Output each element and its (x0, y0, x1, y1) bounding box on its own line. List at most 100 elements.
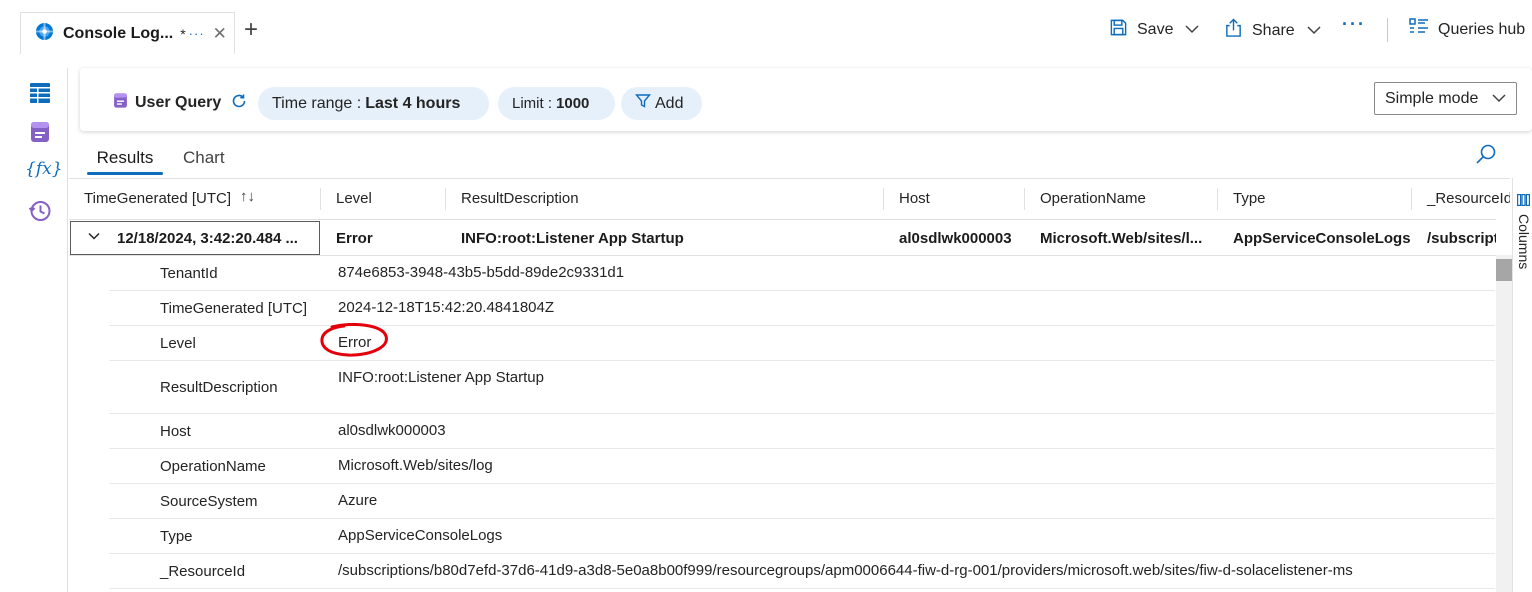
save-button[interactable]: Save (1109, 18, 1199, 42)
time-range-value: Last 4 hours (365, 94, 461, 112)
cell-host: al0sdlwk000003 (899, 230, 1012, 247)
detail-row: OperationName Microsoft.Web/sites/log (109, 449, 1495, 484)
add-filter-pill[interactable]: Add (621, 87, 702, 120)
left-rail: {fx} (0, 68, 68, 592)
detail-value: 2024-12-18T15:42:20.4841804Z (338, 299, 555, 316)
log-analytics-icon (35, 21, 54, 46)
refresh-icon[interactable] (231, 93, 247, 114)
column-header-type[interactable]: Type (1233, 190, 1266, 207)
active-tab-indicator (87, 172, 163, 175)
column-header-resourceid[interactable]: _ResourceId (1427, 190, 1510, 207)
detail-row: SourceSystem Azure (109, 484, 1495, 519)
detail-value: al0sdlwk000003 (338, 422, 446, 439)
more-actions-icon[interactable]: ··· (1342, 14, 1366, 35)
detail-key: Host (160, 423, 191, 440)
detail-key: OperationName (160, 458, 266, 475)
results-grid: TimeGenerated [UTC] ↑↓ Level ResultDescr… (69, 178, 1510, 592)
query-bar: User Query Time range : Last 4 hours Lim… (80, 68, 1532, 131)
columns-label: Columns (1516, 214, 1532, 270)
toolbar-divider (1387, 18, 1388, 42)
queries-hub-label: Queries hub (1438, 20, 1526, 38)
new-tab-button[interactable]: + (244, 18, 258, 42)
cell-resultdescription: INFO:root:Listener App Startup (461, 230, 684, 247)
queries-icon[interactable] (28, 120, 52, 144)
cell-type: AppServiceConsoleLogs (1233, 230, 1411, 247)
detail-key: _ResourceId (160, 563, 246, 580)
annotation-circle (320, 323, 388, 357)
detail-key: Type (160, 528, 193, 545)
columns-icon (1517, 193, 1530, 211)
tab-title: Console Log... (63, 24, 174, 42)
column-header-level[interactable]: Level (336, 190, 372, 207)
column-divider[interactable] (1217, 188, 1218, 210)
detail-value: Azure (338, 492, 378, 509)
detail-value: 874e6853-3948-43b5-b5dd-89de2c9331d1 (338, 264, 625, 281)
cell-level: Error (336, 230, 373, 247)
share-icon (1224, 18, 1243, 43)
column-divider[interactable] (320, 188, 321, 210)
tab-close-icon[interactable]: ✕ (213, 24, 227, 44)
tables-icon[interactable] (28, 81, 52, 105)
detail-row: _ResourceId /subscriptions/b80d7efd-37d6… (109, 554, 1495, 589)
queries-hub-button[interactable]: Queries hub (1409, 18, 1525, 41)
functions-icon[interactable]: {fx} (25, 159, 63, 183)
chevron-down-icon (1307, 22, 1321, 40)
tab-results[interactable]: Results (87, 148, 163, 168)
queries-hub-icon (1409, 18, 1429, 41)
detail-key: Level (160, 335, 196, 352)
add-label: Add (655, 94, 684, 112)
cell-timegenerated: 12/18/2024, 3:42:20.484 ... (117, 230, 298, 247)
detail-row: ResultDescription INFO:root:Listener App… (109, 361, 1495, 414)
cell-operationname: Microsoft.Web/sites/l... (1040, 230, 1203, 247)
time-range-label: Time range : (272, 94, 362, 112)
grid-header: TimeGenerated [UTC] ↑↓ Level ResultDescr… (69, 179, 1510, 220)
top-bar: Console Log... * ··· ✕ + Save Share ··· … (0, 0, 1532, 62)
detail-value: INFO:root:Listener App Startup (338, 369, 544, 386)
detail-row: TenantId 874e6853-3948-43b5-b5dd-89de2c9… (109, 256, 1495, 291)
mode-select[interactable]: Simple mode (1374, 82, 1517, 115)
column-header-host[interactable]: Host (899, 190, 930, 207)
scrollbar-track (1496, 219, 1512, 255)
query-icon (112, 92, 129, 114)
detail-row: Level Error (109, 326, 1495, 361)
chevron-down-icon (1185, 21, 1199, 39)
column-divider[interactable] (883, 188, 884, 210)
vertical-scrollbar[interactable] (1496, 219, 1512, 592)
column-header-operationname[interactable]: OperationName (1040, 190, 1146, 207)
column-header-timegenerated[interactable]: TimeGenerated [UTC] (84, 190, 231, 207)
chevron-down-icon[interactable] (87, 229, 101, 243)
scrollbar-thumb[interactable] (1496, 259, 1512, 281)
detail-key: ResultDescription (160, 379, 278, 396)
limit-label: Limit : (512, 95, 553, 112)
history-icon[interactable] (28, 199, 52, 223)
detail-key: TenantId (160, 265, 218, 282)
column-header-resultdescription[interactable]: ResultDescription (461, 190, 579, 207)
detail-row: Type AppServiceConsoleLogs (109, 519, 1495, 554)
query-tab[interactable]: Console Log... * ··· ✕ (20, 12, 235, 54)
chevron-down-icon (1492, 90, 1506, 108)
tab-more-icon[interactable]: ··· (189, 26, 205, 41)
column-divider[interactable] (1411, 188, 1412, 210)
share-button[interactable]: Share (1224, 18, 1321, 43)
detail-row: Host al0sdlwk000003 (109, 414, 1495, 449)
sort-icon[interactable]: ↑↓ (240, 188, 255, 205)
share-label: Share (1252, 21, 1295, 39)
time-range-pill[interactable]: Time range : Last 4 hours (258, 87, 489, 120)
column-divider[interactable] (445, 188, 446, 210)
detail-row: TimeGenerated [UTC] 2024-12-18T15:42:20.… (109, 291, 1495, 326)
filter-icon (635, 93, 651, 114)
save-icon (1109, 18, 1128, 42)
detail-key: SourceSystem (160, 493, 258, 510)
column-divider[interactable] (1024, 188, 1025, 210)
tab-chart[interactable]: Chart (183, 148, 225, 168)
detail-value: /subscriptions/b80d7efd-37d6-41d9-a3d8-5… (338, 562, 1353, 579)
search-icon[interactable] (1474, 143, 1498, 167)
mode-value: Simple mode (1385, 89, 1479, 107)
detail-key: TimeGenerated [UTC] (160, 300, 307, 317)
limit-pill[interactable]: Limit : 1000 (498, 87, 615, 120)
detail-value: AppServiceConsoleLogs (338, 527, 503, 544)
limit-value: 1000 (556, 95, 590, 112)
user-query[interactable]: User Query (112, 92, 247, 114)
columns-panel-toggle[interactable]: Columns (1512, 178, 1532, 592)
table-row[interactable]: 12/18/2024, 3:42:20.484 ... Error INFO:r… (69, 220, 1510, 256)
